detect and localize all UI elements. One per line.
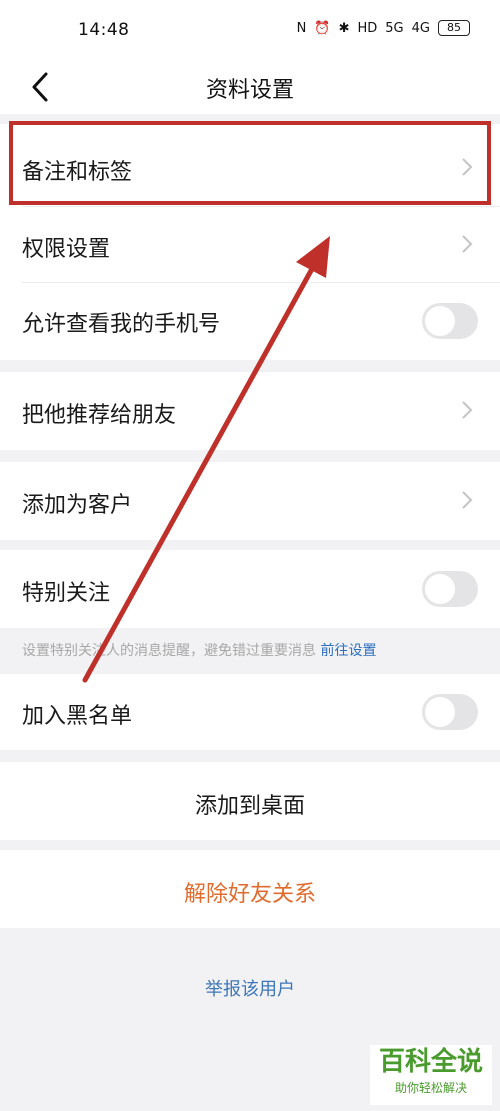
unfriend-button[interactable]: 解除好友关系 <box>0 850 500 928</box>
highlight-box <box>9 121 491 205</box>
unfriend-label: 解除好友关系 <box>183 882 316 907</box>
signal-5g-icon: 5G <box>385 20 404 36</box>
status-time: 14:48 <box>78 20 130 40</box>
row-label: 权限设置 <box>22 237 111 262</box>
status-icons: N ⏰ ✱ HD 5G 4G 85 <box>297 20 470 36</box>
row-label: 添加为客户 <box>22 493 133 518</box>
special-follow-hint: 设置特别关注人的消息提醒，避免错过重要消息 前往设置 <box>22 640 376 660</box>
row-label: 特别关注 <box>22 581 111 606</box>
go-settings-link[interactable]: 前往设置 <box>320 643 376 659</box>
hd-icon: HD <box>357 20 378 36</box>
hint-text: 设置特别关注人的消息提醒，避免错过重要消息 <box>22 643 316 659</box>
signal-4g-icon: 4G <box>411 20 430 36</box>
add-to-desktop-label: 添加到桌面 <box>194 794 305 819</box>
special-follow-toggle[interactable] <box>422 571 478 607</box>
chevron-right-icon <box>462 401 473 419</box>
watermark-subtitle: 助你轻松解决 <box>394 1081 467 1095</box>
bluetooth-icon: ✱ <box>338 20 350 36</box>
row-label: 加入黑名单 <box>22 704 133 729</box>
chevron-right-icon <box>462 491 473 509</box>
watermark-logo: 百科全说 助你轻松解决 <box>370 1045 492 1105</box>
page-title: 资料设置 <box>205 78 294 103</box>
row-permission[interactable]: 权限设置 <box>0 206 500 284</box>
battery-icon: 85 <box>438 20 470 36</box>
row-special-follow: 特别关注 <box>0 550 500 628</box>
row-label: 允许查看我的手机号 <box>22 312 221 337</box>
allow-phone-toggle[interactable] <box>422 303 478 339</box>
row-allow-phone: 允许查看我的手机号 <box>0 282 500 360</box>
status-bar: 14:48 N ⏰ ✱ HD 5G 4G 85 <box>0 0 500 60</box>
nfc-icon: N <box>296 20 307 36</box>
watermark-title: 百科全说 <box>378 1047 483 1077</box>
report-user-link[interactable]: 举报该用户 <box>0 975 500 1001</box>
nav-bar: 资料设置 <box>0 60 500 114</box>
blacklist-toggle[interactable] <box>422 694 478 730</box>
row-label: 把他推荐给朋友 <box>22 403 177 428</box>
alarm-icon: ⏰ <box>314 20 331 36</box>
row-blacklist: 加入黑名单 <box>0 674 500 750</box>
chevron-right-icon <box>462 235 473 253</box>
row-add-customer[interactable]: 添加为客户 <box>0 462 500 540</box>
row-recommend[interactable]: 把他推荐给朋友 <box>0 372 500 450</box>
add-to-desktop-button[interactable]: 添加到桌面 <box>0 762 500 840</box>
